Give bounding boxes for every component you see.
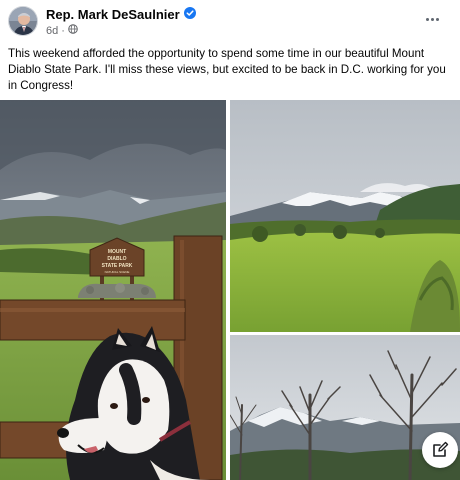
post-meta: 6d · (46, 24, 78, 37)
post-text: This weekend afforded the opportunity to… (8, 47, 446, 92)
author-name-row: Rep. Mark DeSaulnier (46, 7, 196, 22)
photo-dog-park-sign[interactable]: MOUNT DIABLO STATE PARK NATURAL SCENE (0, 100, 226, 480)
avatar[interactable] (8, 6, 38, 36)
compose-icon[interactable] (422, 432, 458, 468)
verified-badge-icon (183, 7, 196, 22)
sign-text-4: NATURAL SCENE (105, 270, 130, 274)
author-name[interactable]: Rep. Mark DeSaulnier (46, 7, 180, 22)
post-timestamp[interactable]: 6d (46, 25, 58, 37)
photo-meadow-mountain[interactable] (230, 100, 460, 332)
sign-text-2: DIABLO (107, 256, 126, 262)
more-options-icon[interactable] (420, 9, 444, 29)
sign-text-1: MOUNT (108, 249, 126, 255)
meta-separator: · (61, 24, 65, 37)
globe-icon (68, 24, 78, 37)
post-header: Rep. Mark DeSaulnier 6d · (0, 0, 460, 42)
sign-text-3: STATE PARK (102, 263, 133, 269)
